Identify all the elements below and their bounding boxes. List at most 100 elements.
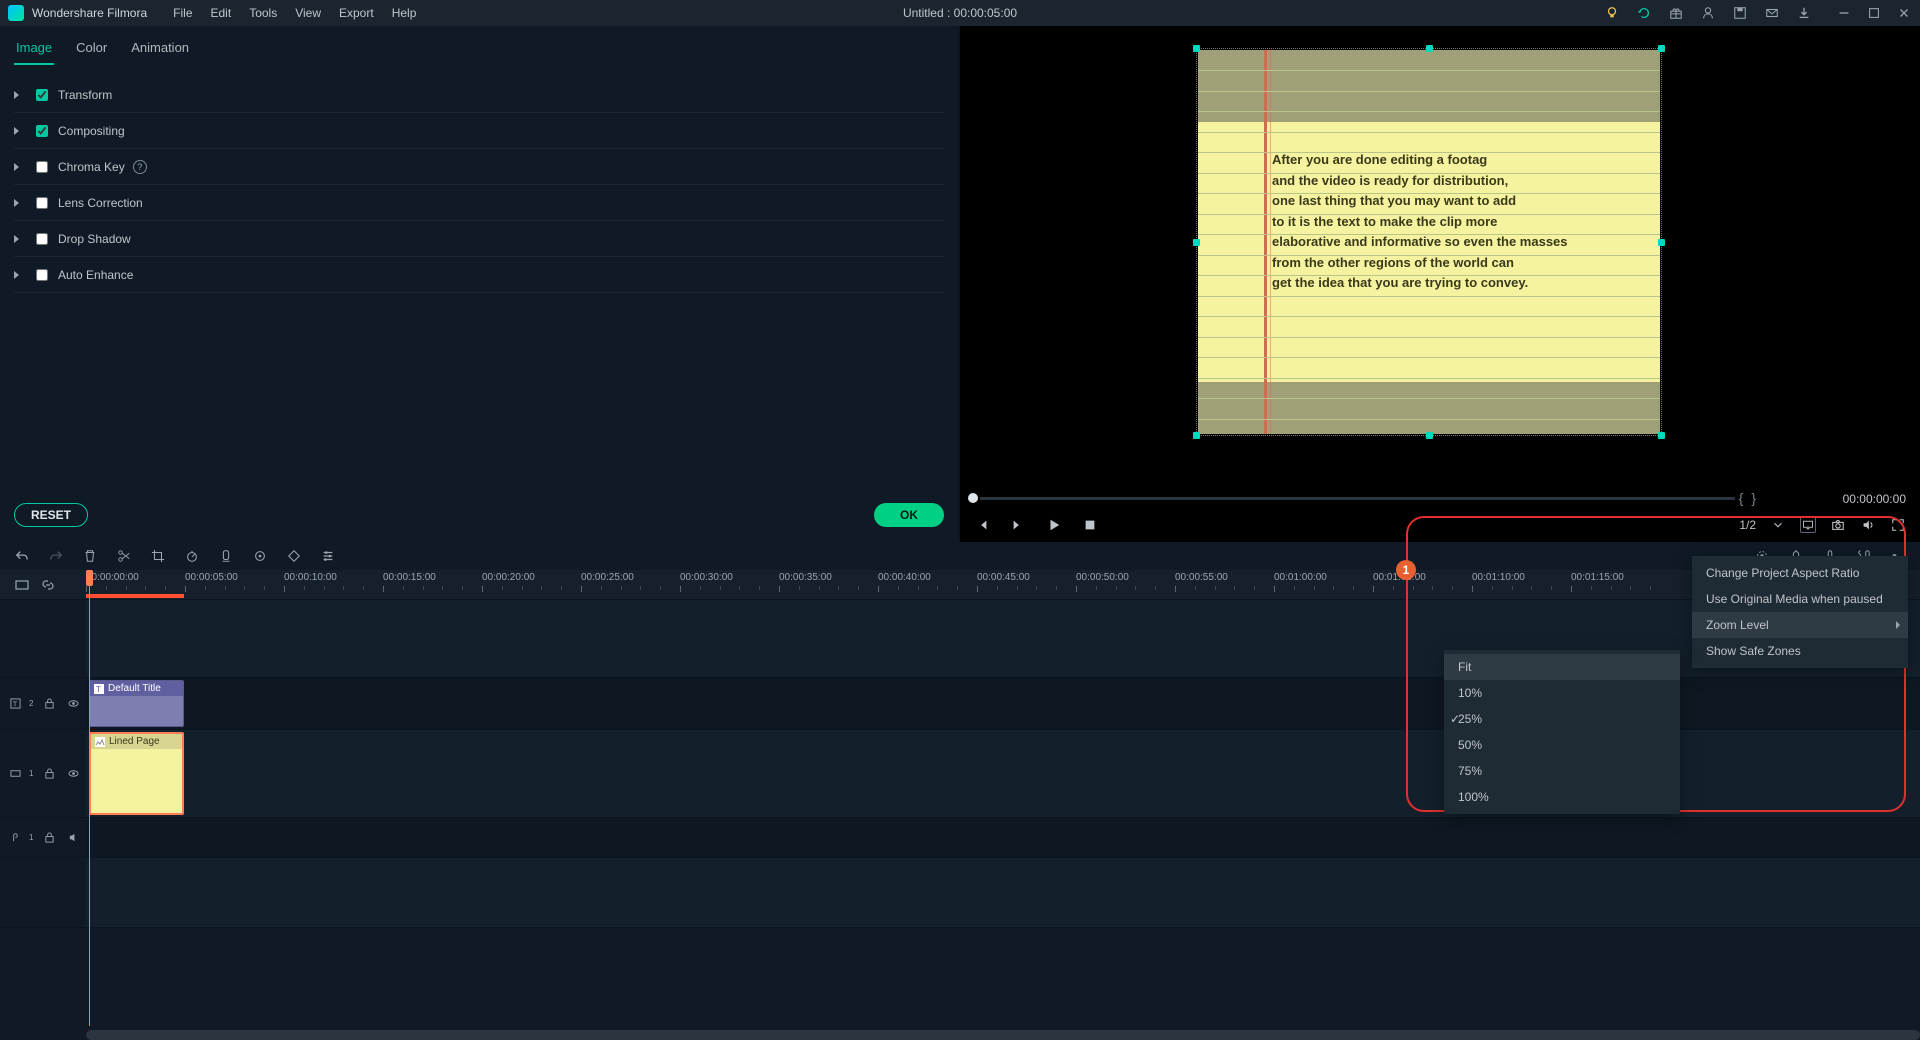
prev-frame-button[interactable] xyxy=(974,517,990,533)
menu-tools[interactable]: Tools xyxy=(249,6,277,20)
zoom-25[interactable]: ✓25% xyxy=(1444,706,1680,732)
prop-auto-enhance[interactable]: Auto Enhance xyxy=(14,257,944,293)
zoom-fit[interactable]: Fit xyxy=(1444,654,1680,680)
ctx-safe-zones[interactable]: Show Safe Zones xyxy=(1692,638,1908,664)
adjust-icon[interactable] xyxy=(320,548,336,564)
link-icon[interactable] xyxy=(40,577,56,593)
track-audio-1: 1 xyxy=(0,818,1920,858)
eye-icon[interactable] xyxy=(65,766,81,782)
handle-br[interactable] xyxy=(1658,432,1665,439)
lock-icon[interactable] xyxy=(41,696,57,712)
menu-edit[interactable]: Edit xyxy=(211,6,232,20)
transform-checkbox[interactable] xyxy=(36,89,48,101)
tab-animation[interactable]: Animation xyxy=(129,36,191,65)
preview-canvas[interactable]: After you are done editing a footagand t… xyxy=(1196,48,1662,436)
prop-drop-shadow[interactable]: Drop Shadow xyxy=(14,221,944,257)
user-icon[interactable] xyxy=(1700,5,1716,21)
green-screen-icon[interactable] xyxy=(252,548,268,564)
handle-ml[interactable] xyxy=(1193,239,1200,246)
lock-icon[interactable] xyxy=(41,830,57,846)
zoom-10[interactable]: 10% xyxy=(1444,680,1680,706)
undo-icon[interactable] xyxy=(14,548,30,564)
close-icon[interactable] xyxy=(1896,5,1912,21)
download-icon[interactable] xyxy=(1796,5,1812,21)
lens-checkbox[interactable] xyxy=(36,197,48,209)
speed-icon[interactable] xyxy=(184,548,200,564)
ctx-original-media[interactable]: Use Original Media when paused xyxy=(1692,586,1908,612)
prop-chroma-key[interactable]: Chroma Key ? xyxy=(14,149,944,185)
eye-icon[interactable] xyxy=(65,696,81,712)
handle-tl[interactable] xyxy=(1193,45,1200,52)
lock-icon[interactable] xyxy=(41,766,57,782)
expand-icon xyxy=(14,235,22,243)
check-icon: ✓ xyxy=(1450,712,1460,726)
prop-transform[interactable]: Transform xyxy=(14,77,944,113)
help-icon[interactable]: ? xyxy=(133,160,147,174)
titlebar-right-icons xyxy=(1604,5,1912,21)
snapshot-icon[interactable] xyxy=(1830,517,1846,533)
tab-image[interactable]: Image xyxy=(14,36,54,65)
color-match-icon[interactable] xyxy=(218,548,234,564)
scrub-handle[interactable] xyxy=(968,493,978,503)
handle-tc[interactable] xyxy=(1426,45,1433,52)
play-button[interactable] xyxy=(1046,517,1062,533)
volume-icon[interactable] xyxy=(1860,517,1876,533)
prop-compositing[interactable]: Compositing xyxy=(14,113,944,149)
autoenhance-checkbox[interactable] xyxy=(36,269,48,281)
menu-file[interactable]: File xyxy=(173,6,192,20)
dropshadow-checkbox[interactable] xyxy=(36,233,48,245)
clip-indicator xyxy=(86,594,184,598)
zoom-75[interactable]: 75% xyxy=(1444,758,1680,784)
mail-icon[interactable] xyxy=(1764,5,1780,21)
crop-icon[interactable] xyxy=(150,548,166,564)
handle-bc[interactable] xyxy=(1426,432,1433,439)
clip-image[interactable]: Lined Page xyxy=(89,732,184,815)
tab-color[interactable]: Color xyxy=(74,36,109,65)
minimize-icon[interactable] xyxy=(1836,5,1852,21)
app-name: Wondershare Filmora xyxy=(32,6,147,20)
speaker-icon[interactable] xyxy=(65,830,81,846)
prop-lens-correction[interactable]: Lens Correction xyxy=(14,185,944,221)
handle-tr[interactable] xyxy=(1658,45,1665,52)
ctx-zoom-level[interactable]: Zoom Level xyxy=(1692,612,1908,638)
playhead[interactable] xyxy=(89,570,90,1026)
fullscreen-icon[interactable] xyxy=(1890,517,1906,533)
maximize-icon[interactable] xyxy=(1866,5,1882,21)
menu-view[interactable]: View xyxy=(295,6,321,20)
frame-counter: 1/2 xyxy=(1739,518,1756,532)
document-title: Untitled : 00:00:05:00 xyxy=(903,6,1017,20)
split-icon[interactable] xyxy=(116,548,132,564)
selection-frame[interactable] xyxy=(1196,48,1662,436)
reset-button[interactable]: RESET xyxy=(14,503,88,527)
next-frame-button[interactable] xyxy=(1010,517,1026,533)
chevron-down-icon[interactable] xyxy=(1770,517,1786,533)
compositing-checkbox[interactable] xyxy=(36,125,48,137)
save-icon[interactable] xyxy=(1732,5,1748,21)
stop-button[interactable] xyxy=(1082,517,1098,533)
gift-icon[interactable] xyxy=(1668,5,1684,21)
zoom-100[interactable]: 100% xyxy=(1444,784,1680,810)
svg-text:T: T xyxy=(13,699,18,708)
preview-area: After you are done editing a footagand t… xyxy=(960,26,1920,542)
ok-button[interactable]: OK xyxy=(874,503,944,527)
delete-icon[interactable] xyxy=(82,548,98,564)
clip-title[interactable]: TDefault Title xyxy=(89,680,184,727)
handle-bl[interactable] xyxy=(1193,432,1200,439)
refresh-icon[interactable] xyxy=(1636,5,1652,21)
preview-bottom-bar: {} 00:00:00:00 1/2 xyxy=(960,490,1920,542)
ctx-aspect-ratio[interactable]: Change Project Aspect Ratio xyxy=(1692,560,1908,586)
zoom-50[interactable]: 50% xyxy=(1444,732,1680,758)
prop-label: Transform xyxy=(58,88,112,102)
keyframe-icon[interactable] xyxy=(286,548,302,564)
lightbulb-icon[interactable] xyxy=(1604,5,1620,21)
timeline-ruler[interactable]: 00:00:00:0000:00:05:0000:00:10:0000:00:1… xyxy=(0,570,1920,600)
fit-timeline-icon[interactable] xyxy=(14,577,30,593)
redo-icon[interactable] xyxy=(48,548,64,564)
display-settings-icon[interactable] xyxy=(1800,517,1816,533)
timeline-scrollbar[interactable] xyxy=(86,1030,1920,1040)
handle-mr[interactable] xyxy=(1658,239,1665,246)
menu-export[interactable]: Export xyxy=(339,6,374,20)
preview-scrubber[interactable]: {} xyxy=(968,494,1760,502)
menu-help[interactable]: Help xyxy=(392,6,417,20)
chroma-checkbox[interactable] xyxy=(36,161,48,173)
